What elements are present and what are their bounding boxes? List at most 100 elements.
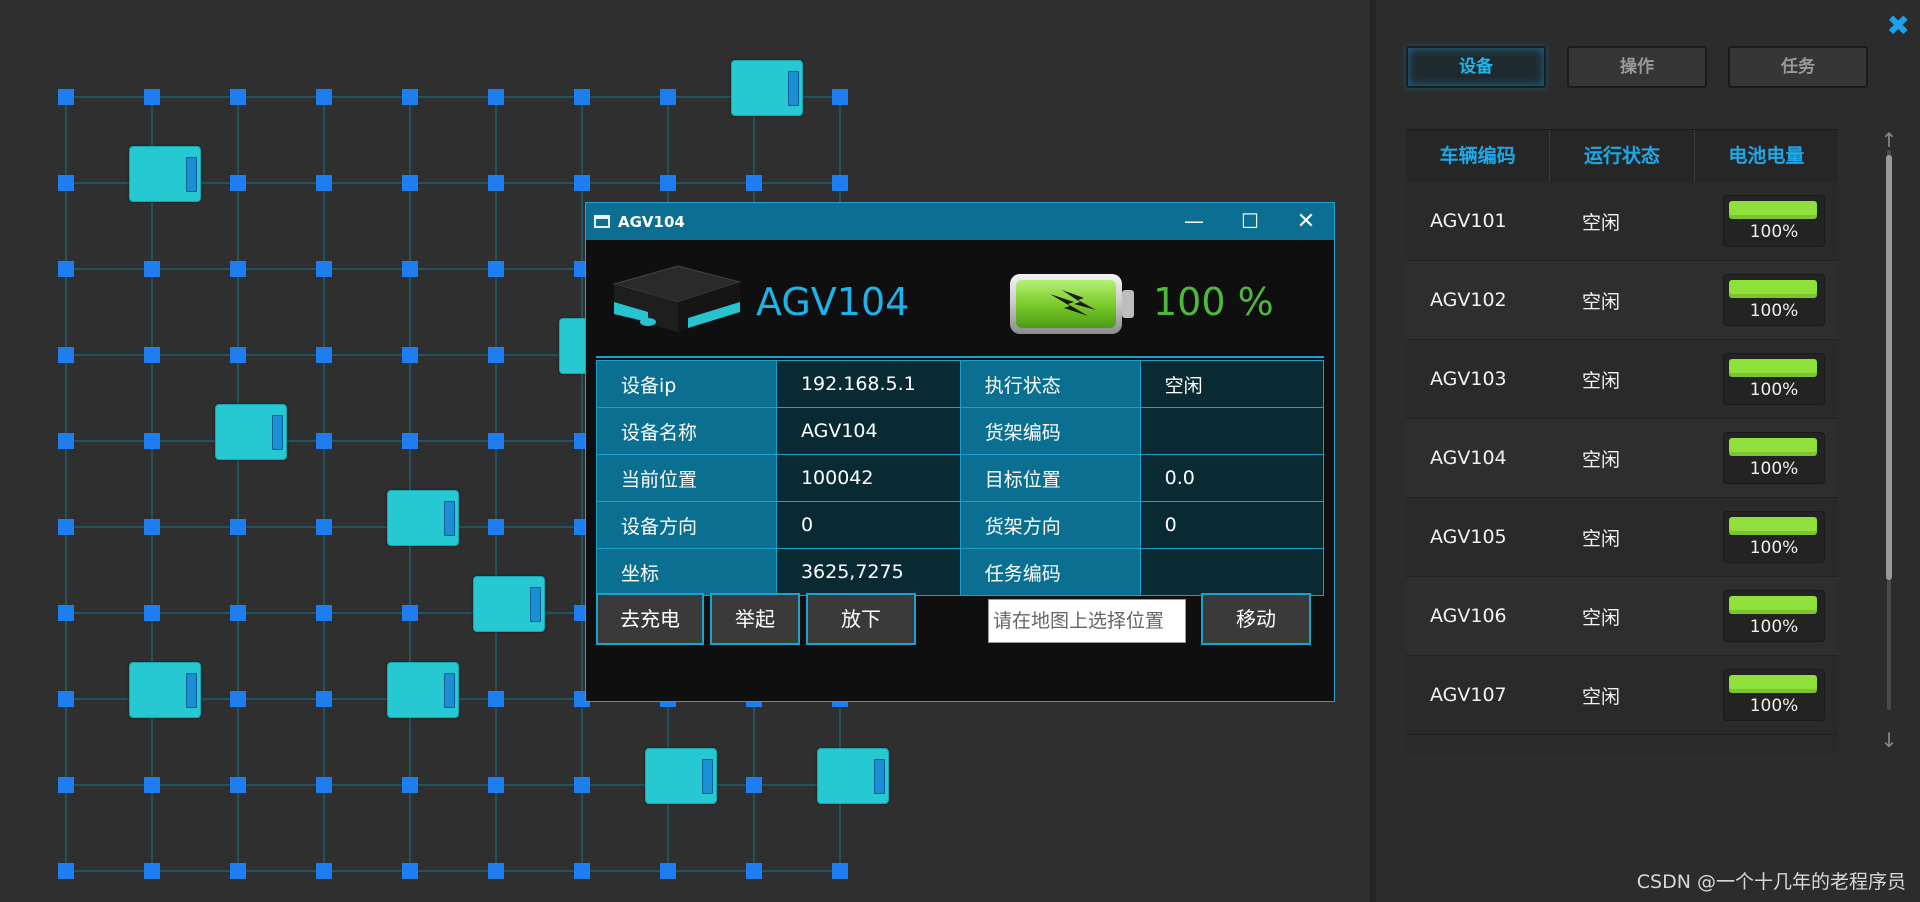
map-node[interactable] xyxy=(230,175,246,191)
location-input[interactable]: 请在地图上选择位置 xyxy=(988,599,1186,643)
map-node[interactable] xyxy=(316,691,332,707)
map-node[interactable] xyxy=(144,777,160,793)
agv-map-marker[interactable] xyxy=(387,490,459,546)
minimize-icon[interactable]: — xyxy=(1166,203,1222,240)
map-node[interactable] xyxy=(574,89,590,105)
table-row[interactable]: AGV106 空闲 100% xyxy=(1406,577,1838,656)
map-node[interactable] xyxy=(574,863,590,879)
map-node[interactable] xyxy=(488,433,504,449)
agv-map-marker[interactable] xyxy=(215,404,287,460)
drop-button[interactable]: 放下 xyxy=(806,593,916,645)
map-node[interactable] xyxy=(230,89,246,105)
map-node[interactable] xyxy=(316,777,332,793)
map-node[interactable] xyxy=(144,519,160,535)
map-node[interactable] xyxy=(58,777,74,793)
map-node[interactable] xyxy=(58,605,74,621)
charge-button[interactable]: 去充电 xyxy=(596,593,704,645)
map-node[interactable] xyxy=(144,89,160,105)
map-node[interactable] xyxy=(58,433,74,449)
map-node[interactable] xyxy=(746,175,762,191)
tab-tasks[interactable]: 任务 xyxy=(1728,46,1868,88)
map-node[interactable] xyxy=(58,691,74,707)
map-node[interactable] xyxy=(316,175,332,191)
agv-map-marker[interactable] xyxy=(473,576,545,632)
map-node[interactable] xyxy=(402,89,418,105)
map-node[interactable] xyxy=(230,261,246,277)
map-node[interactable] xyxy=(144,433,160,449)
dialog-titlebar[interactable]: AGV104 — ☐ ✕ xyxy=(586,203,1334,240)
map-node[interactable] xyxy=(230,519,246,535)
map-node[interactable] xyxy=(402,605,418,621)
map-node[interactable] xyxy=(402,863,418,879)
lift-button[interactable]: 举起 xyxy=(710,593,800,645)
map-node[interactable] xyxy=(832,863,848,879)
map-node[interactable] xyxy=(402,777,418,793)
tab-devices[interactable]: 设备 xyxy=(1406,46,1546,88)
map-node[interactable] xyxy=(488,519,504,535)
map-node[interactable] xyxy=(746,777,762,793)
scrollbar-thumb[interactable] xyxy=(1886,155,1892,580)
map-node[interactable] xyxy=(230,691,246,707)
map-node[interactable] xyxy=(488,261,504,277)
map-node[interactable] xyxy=(832,175,848,191)
map-node[interactable] xyxy=(402,433,418,449)
map-node[interactable] xyxy=(488,691,504,707)
table-row[interactable]: AGV105 空闲 100% xyxy=(1406,498,1838,577)
move-button[interactable]: 移动 xyxy=(1201,593,1311,645)
map-node[interactable] xyxy=(660,89,676,105)
table-row-partial[interactable] xyxy=(1406,735,1838,754)
map-node[interactable] xyxy=(316,863,332,879)
map-node[interactable] xyxy=(316,605,332,621)
map-node[interactable] xyxy=(746,863,762,879)
table-row[interactable]: AGV104 空闲 100% xyxy=(1406,419,1838,498)
map-node[interactable] xyxy=(316,347,332,363)
table-row[interactable]: AGV101 空闲 100% xyxy=(1406,182,1838,261)
table-row[interactable]: AGV102 空闲 100% xyxy=(1406,261,1838,340)
close-dialog-icon[interactable]: ✕ xyxy=(1278,203,1334,240)
map-node[interactable] xyxy=(316,261,332,277)
map-node[interactable] xyxy=(230,605,246,621)
map-node[interactable] xyxy=(488,347,504,363)
map-node[interactable] xyxy=(58,863,74,879)
map-node[interactable] xyxy=(488,777,504,793)
map-node[interactable] xyxy=(402,347,418,363)
map-node[interactable] xyxy=(574,777,590,793)
close-icon[interactable]: ✖ xyxy=(1887,12,1910,40)
tab-operations[interactable]: 操作 xyxy=(1567,46,1707,88)
map-node[interactable] xyxy=(316,433,332,449)
map-node[interactable] xyxy=(230,777,246,793)
map-node[interactable] xyxy=(144,347,160,363)
table-row[interactable]: AGV103 空闲 100% xyxy=(1406,340,1838,419)
map-node[interactable] xyxy=(488,175,504,191)
map-node[interactable] xyxy=(144,261,160,277)
map-node[interactable] xyxy=(58,89,74,105)
map-node[interactable] xyxy=(488,89,504,105)
map-node[interactable] xyxy=(402,175,418,191)
map-node[interactable] xyxy=(230,347,246,363)
scroll-up-arrow-icon[interactable]: ↑ xyxy=(1877,128,1901,152)
map-node[interactable] xyxy=(832,89,848,105)
agv-map-marker[interactable] xyxy=(129,662,201,718)
agv-map-marker[interactable] xyxy=(817,748,889,804)
table-row[interactable]: AGV107 空闲 100% xyxy=(1406,656,1838,735)
map-node[interactable] xyxy=(144,863,160,879)
map-node[interactable] xyxy=(144,605,160,621)
map-node[interactable] xyxy=(58,519,74,535)
map-node[interactable] xyxy=(230,863,246,879)
map-node[interactable] xyxy=(574,175,590,191)
agv-map-marker[interactable] xyxy=(645,748,717,804)
map-node[interactable] xyxy=(402,261,418,277)
agv-map-marker[interactable] xyxy=(387,662,459,718)
scroll-down-arrow-icon[interactable]: ↓ xyxy=(1877,728,1901,752)
map-node[interactable] xyxy=(660,863,676,879)
map-node[interactable] xyxy=(58,261,74,277)
map-node[interactable] xyxy=(660,175,676,191)
map-node[interactable] xyxy=(488,863,504,879)
map-node[interactable] xyxy=(316,89,332,105)
map-node[interactable] xyxy=(316,519,332,535)
agv-map-marker[interactable] xyxy=(731,60,803,116)
agv-map-marker[interactable] xyxy=(129,146,201,202)
map-node[interactable] xyxy=(58,175,74,191)
maximize-icon[interactable]: ☐ xyxy=(1222,203,1278,240)
map-node[interactable] xyxy=(58,347,74,363)
